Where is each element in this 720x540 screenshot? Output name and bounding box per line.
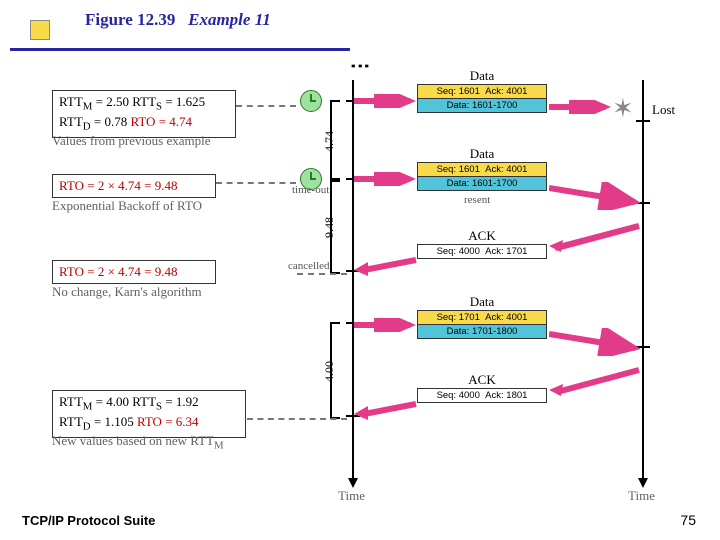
page-number: 75: [680, 512, 696, 528]
bracket-2-label: 9.48: [322, 217, 337, 238]
arrow-right-icon: [354, 94, 418, 108]
lost-label: Lost: [652, 102, 675, 118]
pkt5: Seq: 4000 Ack: 1801: [417, 388, 547, 403]
arrow-left-icon: [549, 222, 643, 252]
pkt5-label: ACK: [452, 372, 512, 388]
figure-title: Figure 12.39 Example 11: [85, 10, 271, 30]
box-rto-karn: RTO = 2 × 4.74 = 9.48: [52, 260, 216, 284]
cancelled-label: cancelled: [288, 260, 330, 272]
dash-line: [236, 105, 296, 107]
lost-star-icon: ✶: [612, 94, 634, 124]
arrow-left-icon: [549, 366, 643, 396]
arrow-right-icon: [549, 328, 643, 356]
timeline-right-arrow: [638, 478, 648, 488]
bracket-1-label: 4.74: [322, 131, 337, 152]
title-underline: [10, 48, 350, 51]
box-rto-backoff: RTO = 2 × 4.74 = 9.48: [52, 174, 216, 198]
dash-line: [216, 182, 296, 184]
pkt3: Seq: 4000 Ack: 1701: [417, 244, 547, 259]
arrow-left-icon: [354, 400, 418, 420]
caption-prev: Values from previous example: [52, 133, 210, 149]
slide-bullet-decor: [30, 20, 50, 40]
arrow-right-icon: [354, 172, 418, 186]
timeline-right: [642, 80, 644, 480]
pkt4-label: Data: [452, 294, 512, 310]
bracket-3-label: 4.00: [322, 361, 337, 382]
arrow-right-icon: [549, 182, 643, 210]
pkt1-label: Data: [452, 68, 512, 84]
timeout-label: time-out: [292, 184, 329, 196]
time-label-left: Time: [338, 488, 365, 504]
timeline-left-arrow: [348, 478, 358, 488]
pkt2-label: Data: [452, 146, 512, 162]
dots-icon: ⋮: [348, 56, 372, 74]
caption-backoff: Exponential Backoff of RTO: [52, 198, 202, 214]
caption-karn: No change, Karn's algorithm: [52, 284, 202, 300]
dash-line: [247, 418, 347, 420]
timeline-left: [352, 80, 354, 480]
arrow-left-icon: [354, 256, 418, 276]
arrow-right-icon: [354, 318, 418, 332]
caption-new: New values based on new RTTM: [52, 433, 224, 452]
footer-text: TCP/IP Protocol Suite: [22, 513, 155, 528]
resent-label: resent: [464, 194, 490, 206]
tick: [636, 120, 650, 122]
box-new-values: RTTM = 4.00 RTTS = 1.92 RTTD = 1.105 RTO…: [52, 390, 246, 438]
clock-icon: [300, 90, 322, 112]
arrow-right-icon: [549, 100, 613, 114]
pkt1: Seq: 1601 Ack: 4001 Data: 1601-1700: [417, 84, 547, 113]
pkt4: Seq: 1701 Ack: 4001 Data: 1701-1800: [417, 310, 547, 339]
pkt3-label: ACK: [452, 228, 512, 244]
box-prev-values: RTTM = 2.50 RTTS = 1.625 RTTD = 0.78 RTO…: [52, 90, 236, 138]
pkt2: Seq: 1601 Ack: 4001 Data: 1601-1700: [417, 162, 547, 191]
diagram-area: RTTM = 2.50 RTTS = 1.625 RTTD = 0.78 RTO…: [52, 60, 692, 480]
dash-line: [297, 273, 347, 275]
time-label-right: Time: [628, 488, 655, 504]
